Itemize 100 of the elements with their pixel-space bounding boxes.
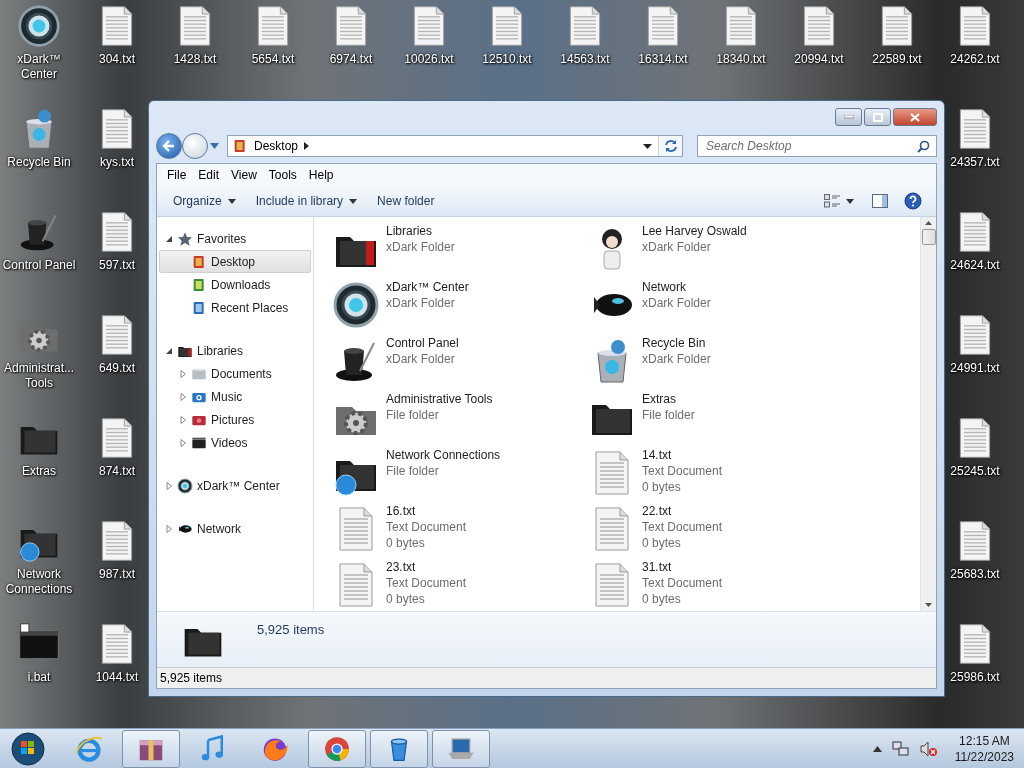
minimize-button[interactable] <box>835 108 862 126</box>
desktop-shortcut[interactable]: 25245.txt <box>950 416 1000 479</box>
desktop-shortcut[interactable]: 10026.txt <box>404 4 454 67</box>
desktop-shortcut[interactable]: 24624.txt <box>950 210 1000 273</box>
menu-item[interactable]: Help <box>302 168 340 182</box>
desktop-shortcut[interactable]: 987.txt <box>95 519 139 582</box>
file-tile[interactable]: Recycle Bin xDark Folder <box>588 335 844 385</box>
navigation-item[interactable]: Downloads <box>159 273 311 296</box>
desktop-shortcut[interactable]: 1044.txt <box>95 622 139 685</box>
file-tile[interactable]: Libraries xDark Folder <box>332 223 588 273</box>
back-button[interactable] <box>156 133 182 159</box>
network-icon[interactable] <box>891 740 910 757</box>
desktop-shortcut[interactable]: 25683.txt <box>950 519 1000 582</box>
expand-arrow-icon[interactable] <box>178 369 187 378</box>
show-hidden-icons-caret-icon[interactable] <box>872 745 882 752</box>
expand-arrow-icon[interactable] <box>164 481 173 490</box>
expand-arrow-icon[interactable] <box>178 438 187 447</box>
file-tile[interactable]: 22.txt Text Document 0 bytes <box>588 503 844 553</box>
desktop-shortcut[interactable]: Recycle Bin <box>7 107 71 170</box>
desktop-shortcut[interactable]: kys.txt <box>95 107 139 170</box>
navigation-item[interactable]: xDark™ Center <box>159 474 311 497</box>
expand-arrow-icon[interactable] <box>178 415 187 424</box>
menu-item[interactable]: Edit <box>192 168 226 182</box>
desktop-shortcut[interactable]: 14563.txt <box>560 4 610 67</box>
muted-speaker-icon[interactable] <box>919 740 938 757</box>
expand-arrow-icon[interactable] <box>164 524 173 533</box>
chevron-icon[interactable] <box>304 142 310 150</box>
desktop-shortcut[interactable]: 24357.txt <box>950 107 1000 170</box>
file-tile[interactable]: Network xDark Folder <box>588 279 844 329</box>
navigation-item[interactable]: Network <box>159 517 311 540</box>
desktop-shortcut[interactable]: 24991.txt <box>950 313 1000 376</box>
navigation-item[interactable]: Desktop <box>159 250 311 273</box>
navigation-item[interactable]: Favorites <box>159 227 311 250</box>
file-tile[interactable]: 14.txt Text Document 0 bytes <box>588 447 844 497</box>
navigation-item[interactable]: Pictures <box>159 408 311 431</box>
clock[interactable]: 12:15 AM 11/22/2023 <box>954 732 1014 765</box>
taskbar-button[interactable] <box>432 729 490 768</box>
expand-arrow-icon[interactable] <box>178 392 187 401</box>
menu-item[interactable]: File <box>161 168 193 182</box>
item-count: 5,925 items <box>257 622 325 637</box>
desktop-shortcut[interactable]: 649.txt <box>95 313 139 376</box>
collapse-arrow-icon[interactable] <box>164 234 173 243</box>
scroll-thumb[interactable] <box>921 229 936 245</box>
navigation-item[interactable]: Documents <box>159 362 311 385</box>
desktop-shortcut[interactable]: 16314.txt <box>638 4 688 67</box>
desktop-shortcut[interactable]: 18340.txt <box>716 4 766 67</box>
breadcrumb-link[interactable]: Desktop <box>254 139 299 153</box>
file-tile[interactable]: 16.txt Text Document 0 bytes <box>332 503 588 553</box>
file-tile[interactable]: 31.txt Text Document 0 bytes <box>588 559 844 609</box>
desktop-shortcut[interactable]: 22589.txt <box>872 4 922 67</box>
address-bar[interactable]: Desktop <box>227 135 683 157</box>
desktop-shortcut[interactable]: 24262.txt <box>950 4 1000 67</box>
file-name: Network <box>642 279 687 295</box>
desktop-shortcut[interactable]: 874.txt <box>95 416 139 479</box>
search-field[interactable]: Search Desktop <box>697 135 937 157</box>
history-caret-icon[interactable] <box>210 143 219 149</box>
file-tile[interactable]: Administrative Tools File folder <box>332 391 588 441</box>
desktop-shortcut[interactable]: 1428.txt <box>173 4 217 67</box>
file-name: Recycle Bin <box>642 335 707 351</box>
desktop-shortcut[interactable]: 20994.txt <box>794 4 844 67</box>
file-tile[interactable]: 23.txt Text Document 0 bytes <box>332 559 588 609</box>
desktop-shortcut[interactable]: xDark™ Center <box>1 4 77 82</box>
desktop-shortcut[interactable]: Extras <box>17 416 61 479</box>
scroll-down-arrow-icon[interactable] <box>925 603 932 607</box>
scroll-up-arrow-icon[interactable] <box>925 221 932 225</box>
desktop-shortcut[interactable]: 304.txt <box>95 4 139 67</box>
navigation-item[interactable]: Music <box>159 385 311 408</box>
menu-item[interactable]: Tools <box>262 168 303 182</box>
desktop-shortcut[interactable]: Control Panel <box>2 210 76 273</box>
file-tile[interactable]: Control Panel xDark Folder <box>332 335 588 385</box>
taskbar-button[interactable] <box>370 729 428 768</box>
taskbar-button[interactable] <box>122 729 180 768</box>
menu-item[interactable]: View <box>225 168 263 182</box>
navigation-item[interactable]: Libraries <box>159 339 311 362</box>
desktop-shortcut[interactable]: 5654.txt <box>251 4 295 67</box>
desktop-shortcut[interactable]: Network Connections <box>1 519 77 597</box>
vertical-scrollbar[interactable] <box>920 217 936 611</box>
toolbar-button[interactable]: New folder <box>369 188 443 214</box>
file-tile[interactable]: Lee Harvey Oswald xDark Folder <box>588 223 844 273</box>
toolbar-button[interactable]: Include in library <box>247 188 366 214</box>
view-options-icon <box>824 194 840 208</box>
navigation-item[interactable]: Recent Places <box>159 296 311 319</box>
file-tile[interactable]: xDark™ Center xDark Folder <box>332 279 588 329</box>
collapse-arrow-icon[interactable] <box>164 346 173 355</box>
close-button[interactable] <box>893 108 937 126</box>
desktop-shortcut[interactable]: 597.txt <box>95 210 139 273</box>
refresh-button[interactable] <box>658 136 682 156</box>
toolbar-button[interactable]: Organize <box>165 188 244 214</box>
dropdown-caret-icon[interactable] <box>643 143 652 149</box>
desktop-shortcut[interactable]: Administrat... Tools <box>1 313 77 391</box>
file-tile[interactable]: Network Connections File folder <box>332 447 588 497</box>
desktop-shortcut[interactable]: 12510.txt <box>482 4 532 67</box>
desktop-shortcut[interactable]: i.bat <box>17 622 61 685</box>
desktop-shortcut[interactable]: 25986.txt <box>950 622 1000 685</box>
forward-button[interactable] <box>182 133 208 159</box>
desktop-shortcut[interactable]: 6974.txt <box>329 4 373 67</box>
taskbar-button[interactable] <box>308 729 366 768</box>
file-tile[interactable]: Extras File folder <box>588 391 844 441</box>
navigation-item[interactable]: Videos <box>159 431 311 454</box>
maximize-button[interactable] <box>864 108 891 126</box>
